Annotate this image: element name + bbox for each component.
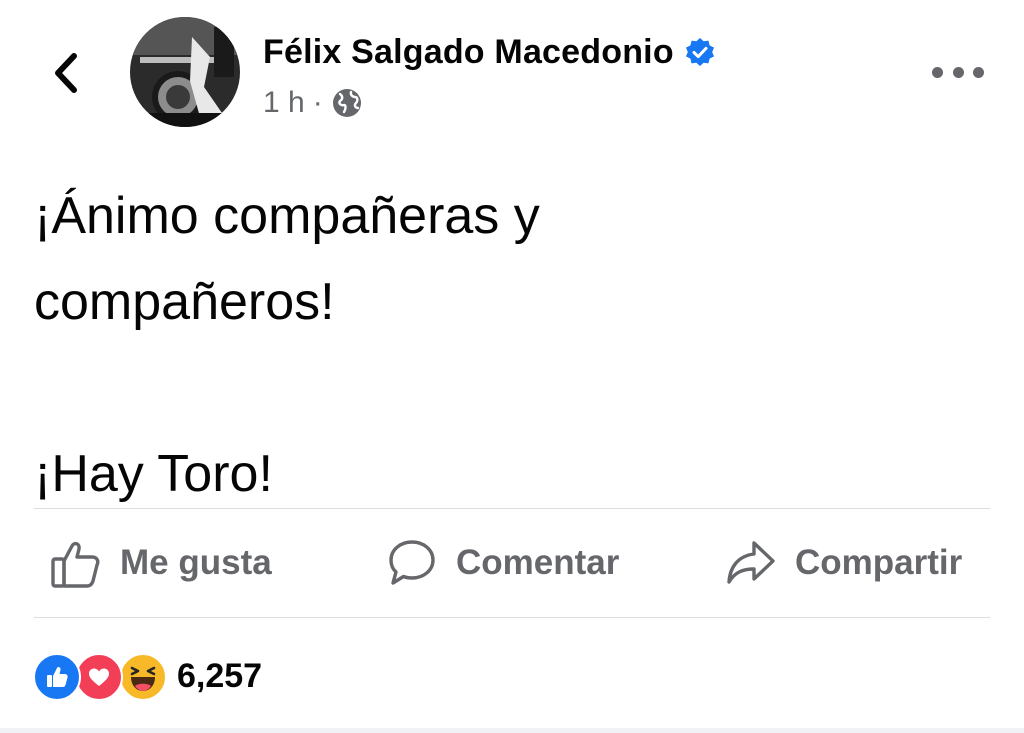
reactions-summary[interactable]: 6,257	[33, 652, 263, 701]
comment-button[interactable]: Comentar	[386, 510, 619, 616]
meta-separator: ·	[312, 86, 323, 119]
thumbs-up-icon	[51, 541, 100, 588]
avatar[interactable]	[130, 17, 240, 127]
author-name-link[interactable]: Félix Salgado Macedonio	[263, 33, 716, 72]
back-button[interactable]	[44, 50, 86, 96]
more-options-icon	[973, 66, 984, 78]
post-text-line: ¡Hay Toro!	[34, 445, 273, 503]
author-name: Félix Salgado Macedonio	[263, 33, 674, 71]
post-meta: 1 h ·	[263, 86, 363, 120]
love-reaction-icon	[75, 653, 123, 701]
post-body: ¡Ánimo compañeras y compañeros! ¡Hay Tor…	[34, 173, 994, 517]
more-options-icon	[952, 66, 964, 78]
share-label: Compartir	[795, 543, 963, 582]
share-arrow-icon	[727, 541, 775, 584]
share-button[interactable]: Compartir	[725, 510, 962, 616]
action-bar: Me gusta Comentar Compartir	[34, 510, 990, 616]
avatar-image	[130, 17, 240, 127]
chevron-left-icon	[55, 53, 77, 93]
like-button[interactable]: Me gusta	[50, 510, 272, 616]
divider	[34, 508, 990, 509]
post-text-line: compañeros!	[34, 273, 335, 331]
timestamp[interactable]: 1 h	[263, 86, 305, 120]
divider	[34, 617, 990, 618]
like-label: Me gusta	[120, 543, 272, 582]
more-options-icon	[932, 66, 943, 78]
globe-icon	[332, 89, 361, 117]
haha-reaction-icon	[119, 653, 167, 701]
reaction-count: 6,257	[177, 656, 263, 695]
verified-badge-icon	[685, 37, 714, 66]
more-options-button[interactable]	[932, 56, 984, 88]
like-reaction-icon	[33, 653, 81, 701]
comment-label: Comentar	[456, 543, 620, 582]
comment-bubble-icon	[389, 540, 435, 585]
post-text-line: ¡Ánimo compañeras y	[34, 187, 540, 245]
bottom-separator	[0, 728, 1024, 733]
reaction-icons	[33, 653, 167, 701]
